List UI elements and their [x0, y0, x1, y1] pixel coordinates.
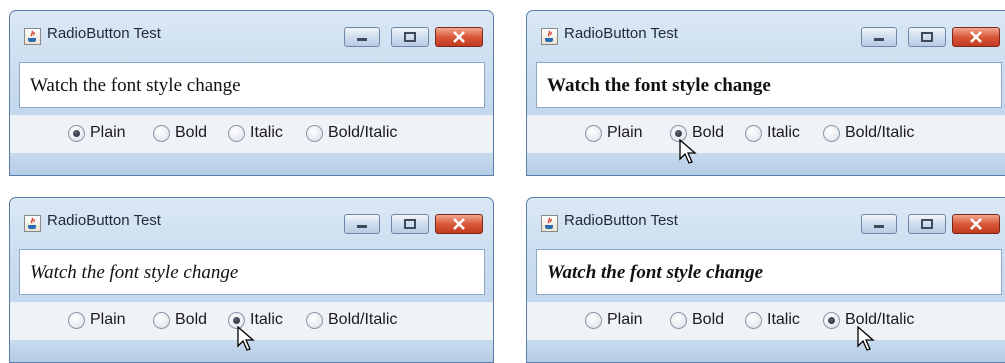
- radio-panel: Plain Bold Italic Bold/Italic: [527, 302, 1005, 340]
- text-field-value: Watch the font style change: [547, 262, 764, 283]
- mouse-pointer-icon: [237, 326, 255, 351]
- radio-label: Plain: [90, 124, 126, 141]
- close-button[interactable]: [435, 214, 483, 234]
- maximize-icon: [921, 219, 933, 229]
- radio-indicator: [228, 125, 245, 142]
- radio-label: Italic: [250, 124, 283, 141]
- radio-indicator: [745, 125, 762, 142]
- radio-indicator: [585, 312, 602, 329]
- mouse-pointer-icon: [679, 139, 697, 164]
- java-app-icon[interactable]: [24, 28, 41, 45]
- radio-indicator: [745, 312, 762, 329]
- window-title: RadioButton Test: [564, 25, 678, 42]
- java-app-icon[interactable]: [24, 215, 41, 232]
- minimize-button[interactable]: [344, 214, 380, 234]
- window-title: RadioButton Test: [47, 212, 161, 229]
- radio-indicator: [670, 312, 687, 329]
- close-icon: [970, 31, 982, 43]
- window-bold-italic: RadioButton Test Watch the font style ch…: [526, 197, 1005, 363]
- minimize-button[interactable]: [861, 214, 897, 234]
- radio-label: Bold: [175, 124, 208, 141]
- maximize-icon: [404, 32, 416, 42]
- maximize-button[interactable]: [908, 214, 946, 234]
- maximize-button[interactable]: [391, 27, 429, 47]
- title-bar[interactable]: RadioButton Test: [10, 198, 493, 248]
- text-field[interactable]: Watch the font style change: [536, 249, 1002, 295]
- minimize-button[interactable]: [861, 27, 897, 47]
- close-button[interactable]: [952, 27, 1000, 47]
- title-bar[interactable]: RadioButton Test: [527, 198, 1005, 248]
- radio-indicator: [306, 312, 323, 329]
- radio-label: Bold/Italic: [845, 124, 915, 141]
- text-field[interactable]: Watch the font style change: [536, 62, 1002, 108]
- minimize-icon: [357, 225, 367, 228]
- minimize-icon: [357, 38, 367, 41]
- maximize-icon: [404, 219, 416, 229]
- window-bottom-border: [527, 153, 1005, 175]
- window-bottom-border: [527, 340, 1005, 362]
- radio-label: Plain: [90, 311, 126, 328]
- radio-indicator: [153, 125, 170, 142]
- java-app-icon[interactable]: [541, 215, 558, 232]
- radio-indicator: [306, 125, 323, 142]
- close-icon: [453, 31, 465, 43]
- window-italic: RadioButton Test Watch the font style ch…: [9, 197, 494, 363]
- window-title: RadioButton Test: [47, 25, 161, 42]
- close-icon: [970, 218, 982, 230]
- radio-indicator: [68, 125, 85, 142]
- radio-label: Plain: [607, 124, 643, 141]
- text-field[interactable]: Watch the font style change: [19, 249, 485, 295]
- radio-indicator: [153, 312, 170, 329]
- radio-label: Bold/Italic: [845, 311, 915, 328]
- radio-panel: Plain Bold Italic Bold/Italic: [10, 115, 493, 153]
- radio-panel: Plain Bold Italic Bold/Italic: [527, 115, 1005, 153]
- close-button[interactable]: [435, 27, 483, 47]
- minimize-button[interactable]: [344, 27, 380, 47]
- java-app-icon[interactable]: [541, 28, 558, 45]
- window-bottom-border: [10, 153, 493, 175]
- close-button[interactable]: [952, 214, 1000, 234]
- text-field[interactable]: Watch the font style change: [19, 62, 485, 108]
- window-bold: RadioButton Test Watch the font style ch…: [526, 10, 1005, 176]
- title-bar[interactable]: RadioButton Test: [10, 11, 493, 61]
- text-field-value: Watch the font style change: [30, 262, 239, 283]
- text-field-value: Watch the font style change: [547, 75, 771, 96]
- maximize-button[interactable]: [908, 27, 946, 47]
- radio-label: Italic: [767, 311, 800, 328]
- minimize-icon: [874, 225, 884, 228]
- radio-label: Bold: [692, 311, 725, 328]
- close-icon: [453, 218, 465, 230]
- minimize-icon: [874, 38, 884, 41]
- radio-indicator: [585, 125, 602, 142]
- radio-label: Plain: [607, 311, 643, 328]
- radio-label: Italic: [767, 124, 800, 141]
- radio-indicator: [68, 312, 85, 329]
- mouse-pointer-icon: [857, 326, 875, 351]
- maximize-icon: [921, 32, 933, 42]
- radio-indicator: [823, 312, 840, 329]
- title-bar[interactable]: RadioButton Test: [527, 11, 1005, 61]
- radio-label: Bold/Italic: [328, 124, 398, 141]
- window-plain: RadioButton Test Watch the font style ch…: [9, 10, 494, 176]
- radio-label: Bold: [175, 311, 208, 328]
- text-field-value: Watch the font style change: [30, 75, 241, 96]
- radio-label: Bold/Italic: [328, 311, 398, 328]
- maximize-button[interactable]: [391, 214, 429, 234]
- radio-indicator: [823, 125, 840, 142]
- window-title: RadioButton Test: [564, 212, 678, 229]
